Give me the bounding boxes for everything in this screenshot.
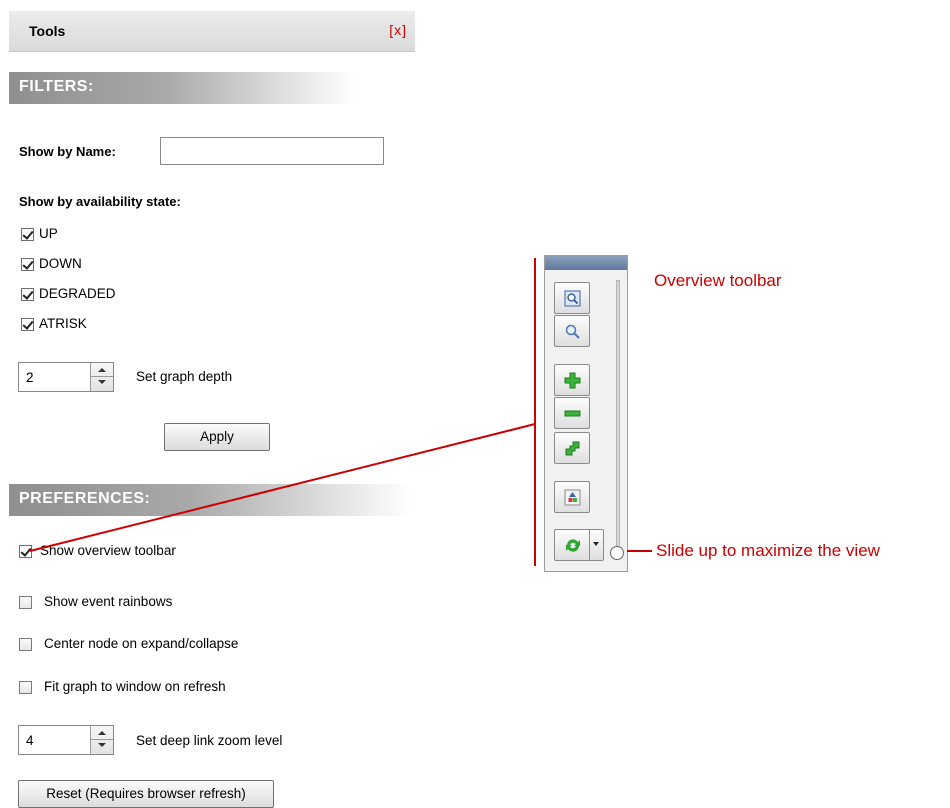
annotation-pointer-line xyxy=(29,423,536,552)
slider-annotation: Slide up to maximize the view xyxy=(656,541,880,560)
annotation-lines xyxy=(29,258,652,566)
overview-toolbar-annotation: Overview toolbar xyxy=(654,271,782,290)
